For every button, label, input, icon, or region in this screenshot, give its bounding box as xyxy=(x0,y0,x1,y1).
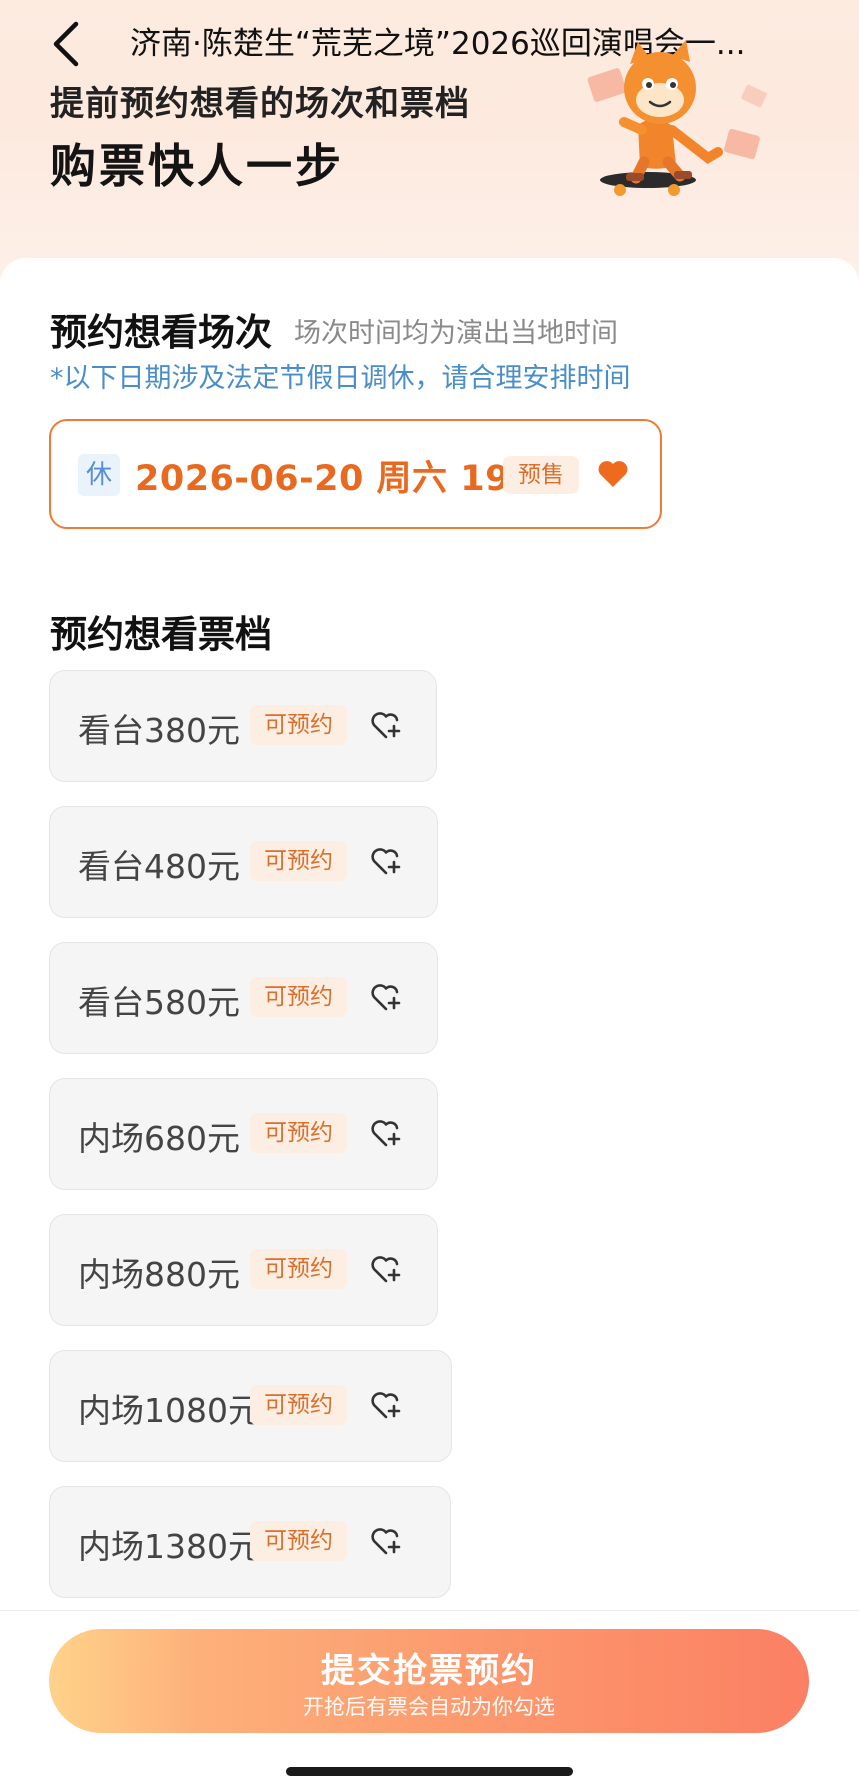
hero-headline: 购票快人一步 xyxy=(50,139,344,193)
mascot-illustration xyxy=(587,40,767,196)
ticket-tier-option[interactable]: 内场880元 可预约 xyxy=(49,1214,438,1326)
hero-banner: 济南·陈楚生“荒芜之境”2026巡回演唱会一... 提前预约想看的场次和票档 购… xyxy=(0,0,859,300)
bottom-action-bar: 提交抢票预约 开抢后有票会自动为你勾选 xyxy=(0,1610,859,1791)
available-tag: 可预约 xyxy=(250,1521,347,1561)
ticket-tier-option[interactable]: 内场680元 可预约 xyxy=(49,1078,438,1190)
tier-name: 内场680元 xyxy=(78,1119,240,1158)
holiday-rest-badge: 休 xyxy=(78,454,120,496)
available-tag: 可预约 xyxy=(250,1249,347,1289)
hero-subtitle: 提前预约想看的场次和票档 xyxy=(50,84,470,124)
submit-button-label: 提交抢票预约 xyxy=(321,1651,537,1691)
tier-name: 看台480元 xyxy=(78,847,240,886)
tier-name: 内场1380元 xyxy=(78,1527,261,1566)
available-tag: 可预约 xyxy=(250,977,347,1017)
heart-plus-icon[interactable] xyxy=(370,983,402,1013)
holiday-note: *以下日期涉及法定节假日调休，请合理安排时间 xyxy=(50,363,631,394)
ticket-tier-option[interactable]: 内场1380元 可预约 xyxy=(49,1486,451,1598)
ticket-tier-option[interactable]: 看台380元 可预约 xyxy=(49,670,437,782)
heart-plus-icon[interactable] xyxy=(370,847,402,877)
back-button[interactable] xyxy=(44,16,94,72)
heart-plus-icon[interactable] xyxy=(370,1391,402,1421)
presale-tag: 预售 xyxy=(503,456,579,494)
session-option[interactable]: 休 2026-06-20 周六 19:30 预售 xyxy=(49,419,662,529)
heart-filled-icon[interactable] xyxy=(597,459,629,489)
tier-name: 内场880元 xyxy=(78,1255,240,1294)
tier-section-title: 预约想看票档 xyxy=(50,613,272,656)
tier-name: 看台580元 xyxy=(78,983,240,1022)
available-tag: 可预约 xyxy=(250,1113,347,1153)
ticket-tier-option[interactable]: 看台480元 可预约 xyxy=(49,806,438,918)
ticket-tier-option[interactable]: 内场1080元 可预约 xyxy=(49,1350,452,1462)
session-section-title: 预约想看场次 xyxy=(50,311,272,354)
tier-name: 内场1080元 xyxy=(78,1391,261,1430)
available-tag: 可预约 xyxy=(250,1385,347,1425)
heart-plus-icon[interactable] xyxy=(370,1527,402,1557)
home-indicator xyxy=(286,1767,573,1776)
ticket-tier-option[interactable]: 看台580元 可预约 xyxy=(49,942,438,1054)
heart-plus-icon[interactable] xyxy=(370,1119,402,1149)
submit-button-sublabel: 开抢后有票会自动为你勾选 xyxy=(303,1695,555,1719)
submit-reservation-button[interactable]: 提交抢票预约 开抢后有票会自动为你勾选 xyxy=(49,1629,809,1733)
available-tag: 可预约 xyxy=(250,705,347,745)
available-tag: 可预约 xyxy=(250,841,347,881)
session-section-hint: 场次时间均为演出当地时间 xyxy=(294,318,618,349)
heart-plus-icon[interactable] xyxy=(370,1255,402,1285)
chevron-left-icon xyxy=(53,21,79,67)
tier-name: 看台380元 xyxy=(78,711,240,750)
heart-plus-icon[interactable] xyxy=(370,711,402,741)
